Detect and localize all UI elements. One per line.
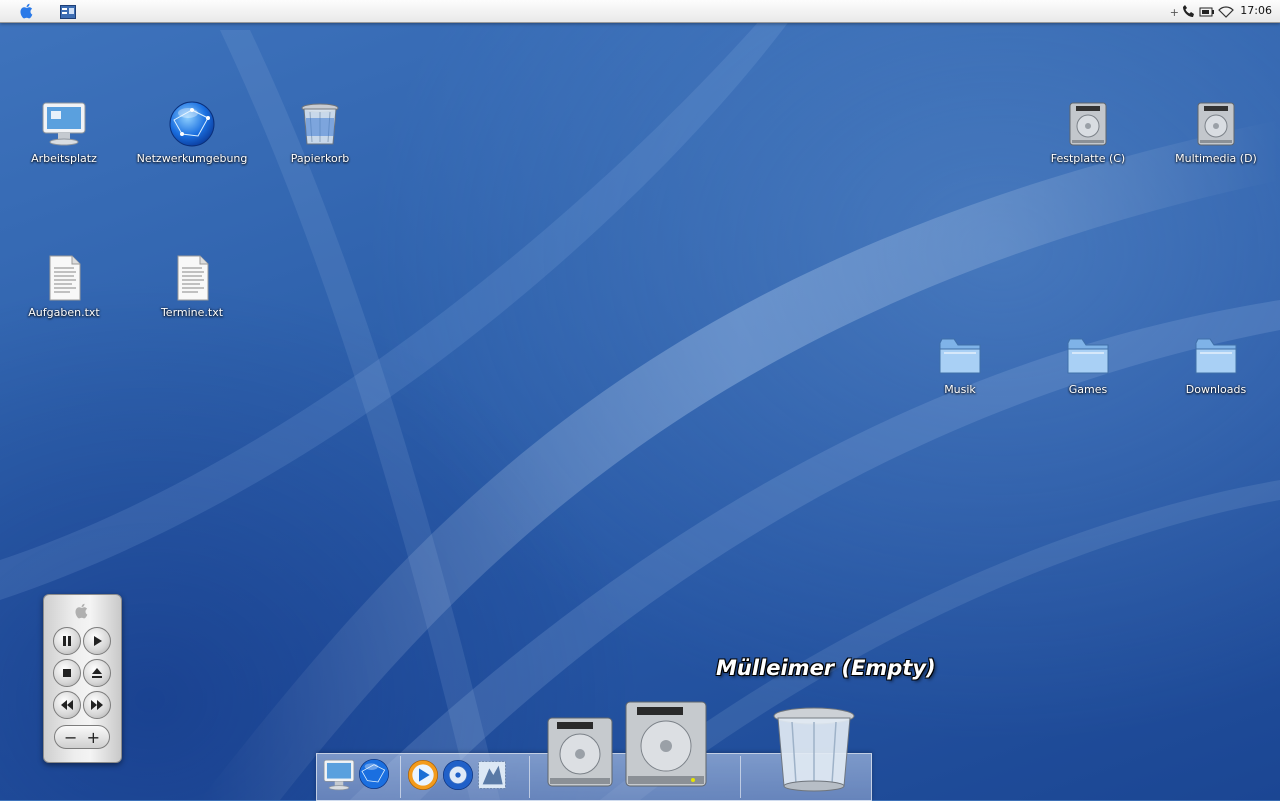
desktop-icon-musik[interactable]: Musik bbox=[900, 331, 1020, 396]
media-player-icon bbox=[408, 760, 438, 790]
folder-icon bbox=[939, 338, 981, 374]
pause-icon bbox=[63, 636, 71, 646]
volume-up-button[interactable]: + bbox=[87, 728, 100, 747]
wifi-icon[interactable] bbox=[1218, 3, 1234, 22]
desktop-icon-label: Musik bbox=[944, 383, 976, 396]
folder-icon bbox=[1195, 338, 1237, 374]
desktop-icon-festplatte-c[interactable]: Festplatte (C) bbox=[1028, 100, 1148, 165]
dock-separator bbox=[529, 756, 530, 798]
desktop-icon-label: Festplatte (C) bbox=[1050, 152, 1126, 165]
desktop-icon-papierkorb[interactable]: Papierkorb bbox=[260, 100, 380, 165]
plus-icon[interactable]: + bbox=[1170, 6, 1179, 19]
desktop-icon-label: Netzwerkumgebung bbox=[136, 152, 248, 165]
desktop-icon-aufgaben-txt[interactable]: Aufgaben.txt bbox=[4, 254, 124, 319]
network-globe-icon bbox=[169, 101, 215, 147]
desktop-icon-arbeitsplatz[interactable]: Arbeitsplatz bbox=[4, 100, 124, 165]
dock-item-drive-d[interactable] bbox=[623, 700, 709, 792]
trash-icon bbox=[301, 103, 339, 145]
volume-control: − + bbox=[54, 725, 110, 749]
fast-forward-icon bbox=[91, 700, 103, 710]
desktop-icon-games[interactable]: Games bbox=[1028, 331, 1148, 396]
dock-separator bbox=[400, 756, 401, 798]
stop-button[interactable] bbox=[53, 659, 81, 687]
desktop-icon-label: Aufgaben.txt bbox=[28, 306, 100, 319]
desktop-icon-label: Termine.txt bbox=[160, 306, 224, 319]
stop-icon bbox=[63, 669, 71, 677]
rewind-button[interactable] bbox=[53, 691, 81, 719]
desktop-icon-label: Arbeitsplatz bbox=[31, 152, 97, 165]
fast-forward-button[interactable] bbox=[83, 691, 111, 719]
desktop-icon-downloads[interactable]: Downloads bbox=[1156, 331, 1276, 396]
dock-item-drive-c[interactable] bbox=[545, 716, 615, 792]
media-remote-widget: − + bbox=[43, 594, 122, 763]
pause-button[interactable] bbox=[53, 627, 81, 655]
eject-icon bbox=[92, 668, 102, 678]
desktop-icon-termine-txt[interactable]: Termine.txt bbox=[132, 254, 252, 319]
window-list-icon[interactable] bbox=[60, 4, 76, 23]
mail-stamp-icon bbox=[478, 761, 506, 789]
dock-hover-label: Mülleimer (Empty) bbox=[716, 656, 936, 680]
menu-bar: + 17:06 bbox=[0, 0, 1280, 23]
desktop-icon-label: Papierkorb bbox=[290, 152, 350, 165]
hard-drive-icon bbox=[625, 701, 707, 787]
rewind-icon bbox=[61, 700, 73, 710]
hard-drive-icon bbox=[1197, 102, 1235, 146]
dock-item-trash[interactable] bbox=[772, 706, 856, 796]
computer-icon bbox=[323, 759, 355, 791]
dock-item-media-player[interactable] bbox=[407, 759, 439, 795]
folder-icon bbox=[1067, 338, 1109, 374]
hard-drive-icon bbox=[547, 717, 613, 787]
dock-item-dvd-player[interactable] bbox=[442, 759, 474, 795]
desktop-icon-label: Multimedia (D) bbox=[1175, 152, 1257, 165]
play-button[interactable] bbox=[83, 627, 111, 655]
dock-separator bbox=[740, 756, 741, 798]
dvd-player-icon bbox=[443, 760, 473, 790]
apple-icon[interactable] bbox=[18, 2, 36, 24]
volume-down-button[interactable]: − bbox=[64, 728, 77, 747]
dock-item-network[interactable] bbox=[358, 758, 390, 794]
desktop-icon-netzwerkumgebung[interactable]: Netzwerkumgebung bbox=[132, 100, 252, 165]
desktop-icon-label: Games bbox=[1068, 383, 1108, 396]
computer-icon bbox=[42, 102, 86, 146]
network-globe-icon bbox=[359, 759, 389, 789]
play-icon bbox=[94, 636, 102, 646]
desktop-icon-multimedia-d[interactable]: Multimedia (D) bbox=[1156, 100, 1276, 165]
apple-logo-icon bbox=[73, 601, 91, 625]
hard-drive-icon bbox=[1069, 102, 1107, 146]
text-file-icon bbox=[177, 255, 209, 301]
clock[interactable]: 17:06 bbox=[1240, 4, 1272, 17]
eject-button[interactable] bbox=[83, 659, 111, 687]
phone-icon[interactable] bbox=[1182, 3, 1196, 22]
trash-icon bbox=[773, 707, 855, 792]
dock-item-mail[interactable] bbox=[476, 759, 508, 795]
text-file-icon bbox=[49, 255, 81, 301]
dock-item-computer[interactable] bbox=[322, 758, 356, 796]
system-tray: + bbox=[1170, 3, 1234, 22]
desktop-icon-label: Downloads bbox=[1185, 383, 1247, 396]
battery-icon[interactable] bbox=[1199, 3, 1215, 22]
